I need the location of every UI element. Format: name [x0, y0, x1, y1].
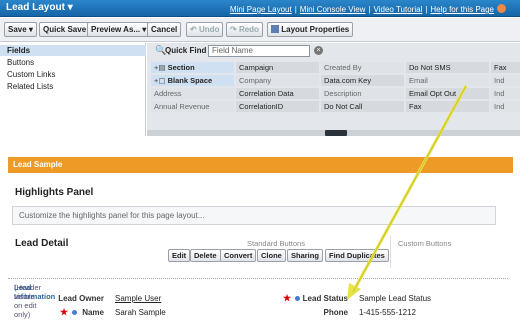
- palette-field[interactable]: Data.com Key: [321, 75, 404, 86]
- palette-field[interactable]: Company: [236, 75, 319, 86]
- clone-button[interactable]: Clone: [257, 249, 286, 262]
- section-note: (Header visible on edit only): [14, 283, 42, 319]
- lead-detail-title: Lead Detail: [15, 238, 69, 249]
- record-header-bar: Lead Sample: [8, 157, 513, 173]
- category-fields[interactable]: Fields: [0, 45, 146, 56]
- blank-space-icon: +▢: [154, 76, 166, 85]
- layout-header: Lead Layout ▾ Mini Page Layout | Mini Cons…: [0, 0, 520, 17]
- mini-page-layout-link[interactable]: Mini Page Layout: [230, 5, 292, 14]
- layout-title[interactable]: Lead Layout ▾: [6, 2, 73, 13]
- palette-field[interactable]: Ind: [491, 88, 520, 99]
- lead-status-label: Lead Status: [302, 294, 348, 303]
- palette-field[interactable]: Ind: [491, 75, 520, 86]
- header-links: Mini Page Layout | Mini Console View | Video…: [230, 4, 506, 14]
- palette-field[interactable]: Campaign: [236, 62, 319, 73]
- section-lead-information[interactable]: Lead Information (Header visible on edit…: [8, 278, 508, 319]
- palette-field[interactable]: Fax: [491, 62, 520, 73]
- chevron-down-icon[interactable]: ▾: [68, 2, 73, 13]
- custom-buttons-divider: [390, 236, 391, 268]
- palette-field[interactable]: Email: [406, 75, 489, 86]
- palette-field[interactable]: Created By: [321, 62, 404, 73]
- palette-field[interactable]: Do Not SMS: [406, 62, 489, 73]
- undo-icon: ↶: [190, 25, 197, 34]
- palette-field[interactable]: Do Not Call: [321, 101, 404, 112]
- layout-properties-icon: [271, 25, 279, 33]
- clear-icon[interactable]: ×: [314, 46, 323, 55]
- palette-item-blank-space[interactable]: +▢ Blank Space: [151, 75, 234, 86]
- highlights-panel[interactable]: Customize the highlights panel for this …: [12, 206, 496, 225]
- cancel-button[interactable]: Cancel: [147, 22, 182, 37]
- highlights-panel-title: Highlights Panel: [15, 187, 94, 198]
- required-icon: ★: [283, 293, 292, 303]
- sharing-button[interactable]: Sharing: [287, 249, 323, 262]
- quick-find-label: Quick Find: [165, 46, 207, 55]
- lead-owner-label: Lead Owner: [58, 294, 104, 303]
- undo-button[interactable]: ↶ Undo: [186, 22, 224, 37]
- help-link[interactable]: Help for this Page: [430, 5, 494, 14]
- palette-field[interactable]: Fax: [406, 101, 489, 112]
- record-title: Lead Sample: [13, 160, 63, 169]
- category-custom-links[interactable]: Custom Links: [0, 69, 146, 80]
- convert-button[interactable]: Convert: [220, 249, 257, 262]
- video-tutorial-link[interactable]: Video Tutorial: [374, 5, 423, 14]
- field-dot-icon: [72, 310, 77, 315]
- edit-button[interactable]: Edit: [168, 249, 191, 262]
- palette-field[interactable]: Description: [321, 88, 404, 99]
- custom-buttons-label: Custom Buttons: [398, 239, 452, 248]
- category-related-lists[interactable]: Related Lists: [0, 81, 146, 92]
- palette-field[interactable]: Email Opt Out: [406, 88, 489, 99]
- palette-item-section[interactable]: +▤ Section: [151, 62, 234, 73]
- save-button[interactable]: Save ▾: [4, 22, 37, 37]
- phone-label: Phone: [323, 308, 348, 317]
- preview-as-button[interactable]: Preview As... ▾: [87, 22, 151, 37]
- lead-owner-value[interactable]: Sample User: [115, 294, 161, 303]
- palette-field[interactable]: Correlation Data: [236, 88, 319, 99]
- find-duplicates-button[interactable]: Find Duplicates: [325, 249, 389, 262]
- phone-value[interactable]: 1-415-555-1212: [359, 308, 416, 317]
- quick-find-input[interactable]: Field Name: [208, 45, 310, 57]
- toolbar: Save ▾ Quick Save Preview As... ▾ Cancel…: [0, 18, 520, 42]
- redo-icon: ↷: [230, 25, 237, 34]
- palette-field[interactable]: Ind: [491, 101, 520, 112]
- field-palette: 🔍 Quick Find Field Name × +▤ Section Cam…: [147, 43, 520, 136]
- standard-buttons-label: Standard Buttons: [247, 239, 305, 248]
- delete-button[interactable]: Delete: [190, 249, 221, 262]
- highlights-hint: Customize the highlights panel for this …: [19, 211, 205, 220]
- palette-field[interactable]: Address: [151, 88, 234, 99]
- palette-field[interactable]: Annual Revenue: [151, 101, 234, 112]
- redo-button[interactable]: ↷ Redo: [226, 22, 263, 37]
- quick-find-bar: 🔍 Quick Find Field Name ×: [150, 43, 520, 58]
- name-label: Name: [82, 308, 104, 317]
- scrollbar-grip[interactable]: [325, 130, 347, 136]
- palette-categories: Fields Buttons Custom Links Related List…: [0, 43, 146, 136]
- help-icon[interactable]: [497, 4, 506, 13]
- category-buttons[interactable]: Buttons: [0, 57, 146, 68]
- layout-properties-button[interactable]: Layout Properties: [267, 22, 354, 37]
- name-value[interactable]: Sarah Sample: [115, 308, 166, 317]
- quick-save-button[interactable]: Quick Save: [39, 22, 91, 37]
- section-icon: +▤: [154, 63, 166, 72]
- mini-console-view-link[interactable]: Mini Console View: [300, 5, 366, 14]
- lead-status-value[interactable]: Sample Lead Status: [359, 294, 431, 303]
- required-icon: ★: [60, 307, 69, 317]
- palette-scrollbar[interactable]: [147, 130, 520, 136]
- palette-field[interactable]: CorrelationID: [236, 101, 319, 112]
